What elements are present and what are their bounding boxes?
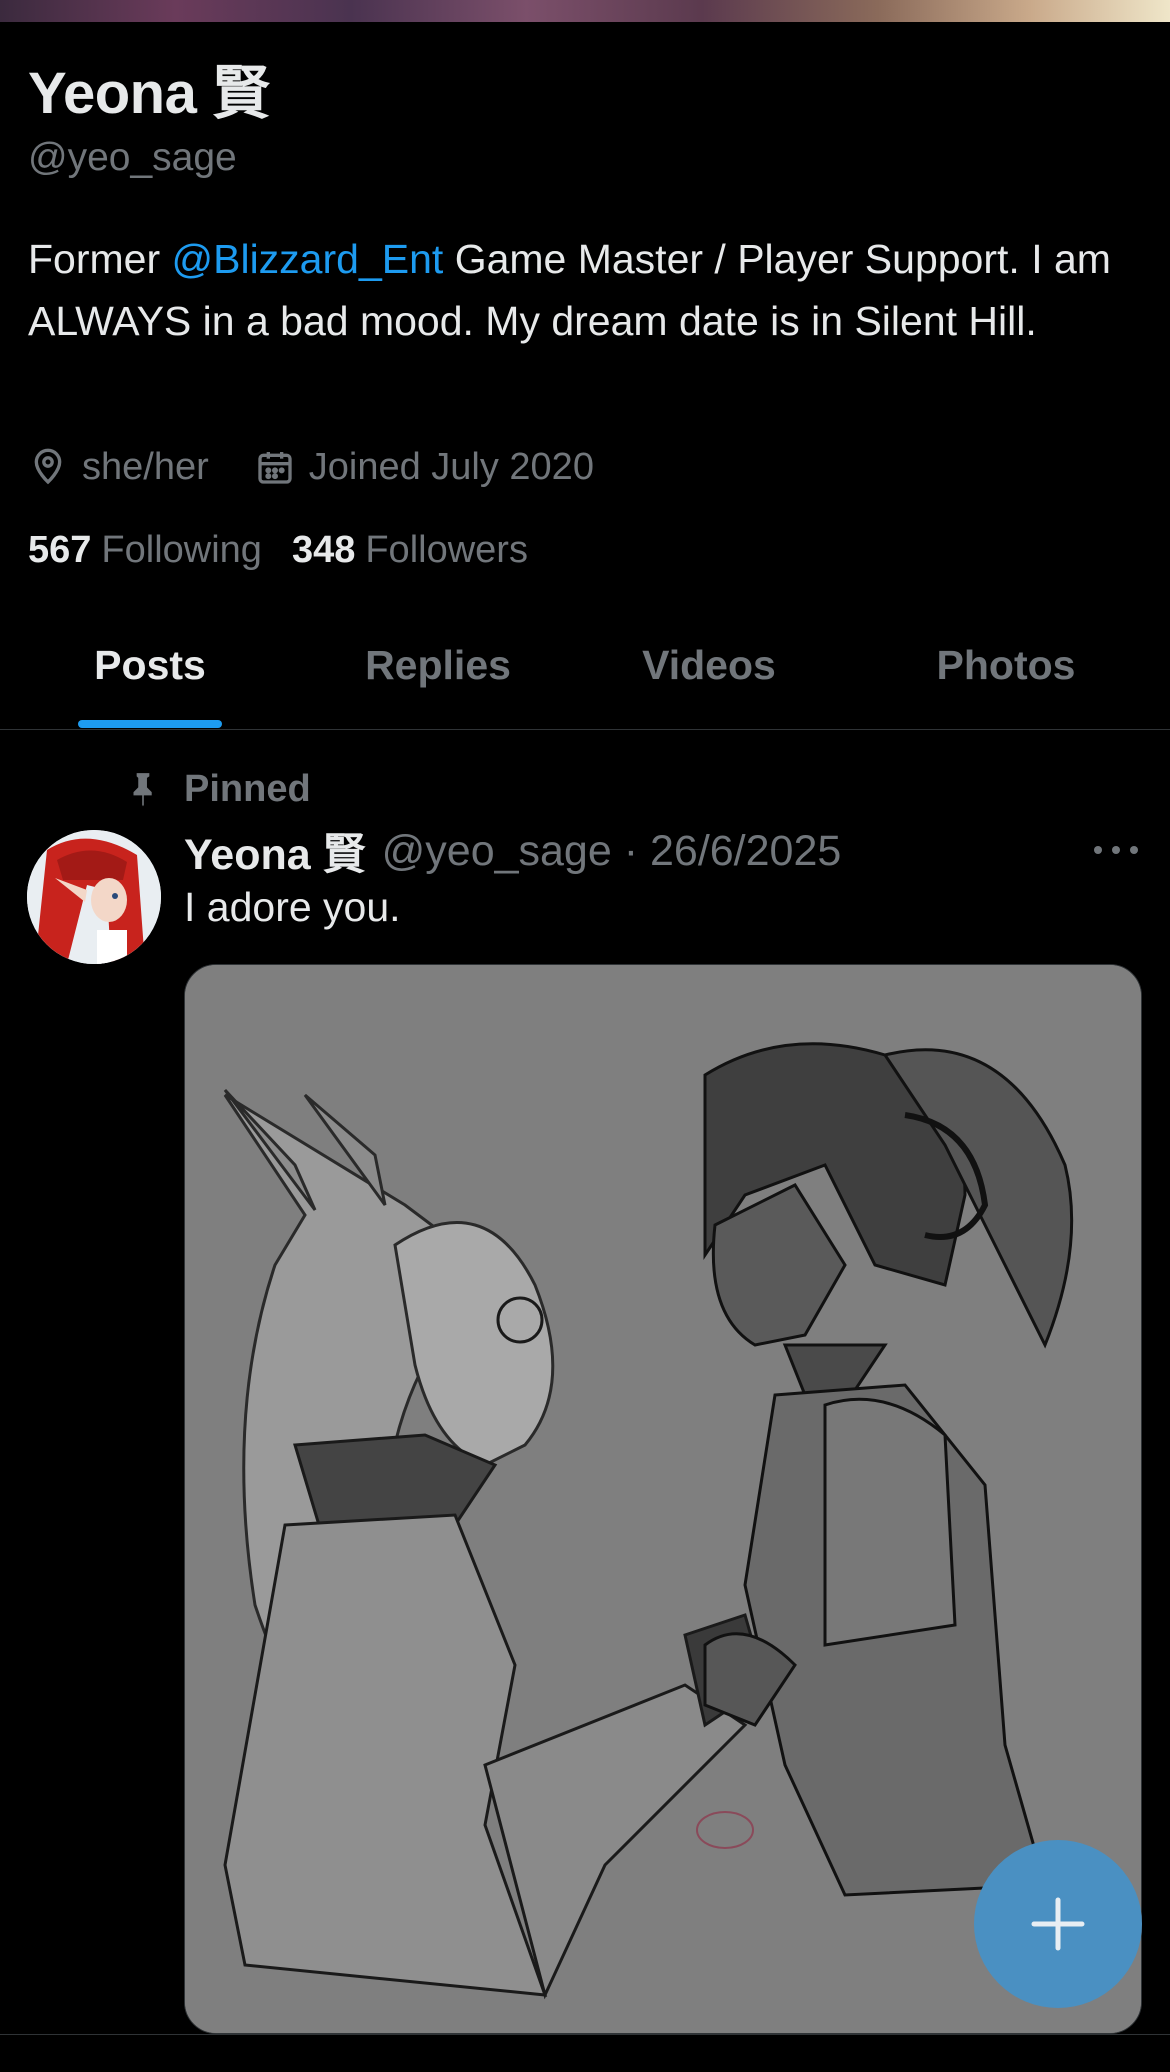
calendar-icon [258,452,292,484]
followers-label[interactable]: Followers [365,529,528,572]
tab-replies[interactable]: Replies [300,600,576,730]
pronouns-text: she/her [82,445,209,488]
follow-stats: 567 Following 348 Followers [28,524,558,576]
profile-page: Yeona 賢 @yeo_sage Former @Blizzard_Ent G… [0,0,1170,2072]
profile-tabs: Posts Replies Videos Photos [0,600,1170,730]
following-label[interactable]: Following [101,529,262,572]
bio-mention-link[interactable]: @Blizzard_Ent [172,236,444,282]
post-author-name[interactable]: Yeona 賢 [184,820,366,882]
pinned-label: Pinned [124,766,311,812]
joined-text: Joined July 2020 [308,445,594,488]
active-tab-indicator [78,720,222,728]
following-count[interactable]: 567 [28,529,91,572]
post-header: Yeona 賢 @yeo_sage · 26/6/2025 [184,820,841,882]
profile-handle: @yeo_sage [28,136,237,179]
profile-name: Yeona 賢 [28,61,270,126]
joined-item: Joined July 2020 [255,446,594,489]
location-pin-icon [34,448,62,485]
profile-bio: Former @Blizzard_Ent Game Master / Playe… [28,228,1148,352]
pin-icon [133,773,152,807]
post-text: I adore you. [184,884,401,930]
plus-icon [1031,1897,1085,1951]
profile-meta: she/her Joined July 2020 [28,442,640,492]
avatar-image [27,830,161,964]
profile-banner[interactable] [0,0,1170,22]
post-separator: · [611,826,650,875]
tab-videos[interactable]: Videos [576,600,842,730]
tab-posts[interactable]: Posts [0,600,300,730]
pronouns-item: she/her [28,446,209,489]
post-author-handle[interactable]: @yeo_sage [382,827,612,876]
post-avatar[interactable] [27,830,161,964]
followers-count[interactable]: 348 [292,529,355,572]
pinned-text: Pinned [184,767,311,810]
bio-text-prefix: Former [28,236,172,282]
post-date[interactable]: 26/6/2025 [650,827,841,876]
bottom-nav-bar[interactable] [0,2034,1170,2072]
compose-button[interactable] [974,1840,1142,2008]
more-icon[interactable] [1090,835,1142,865]
tab-photos[interactable]: Photos [842,600,1170,730]
